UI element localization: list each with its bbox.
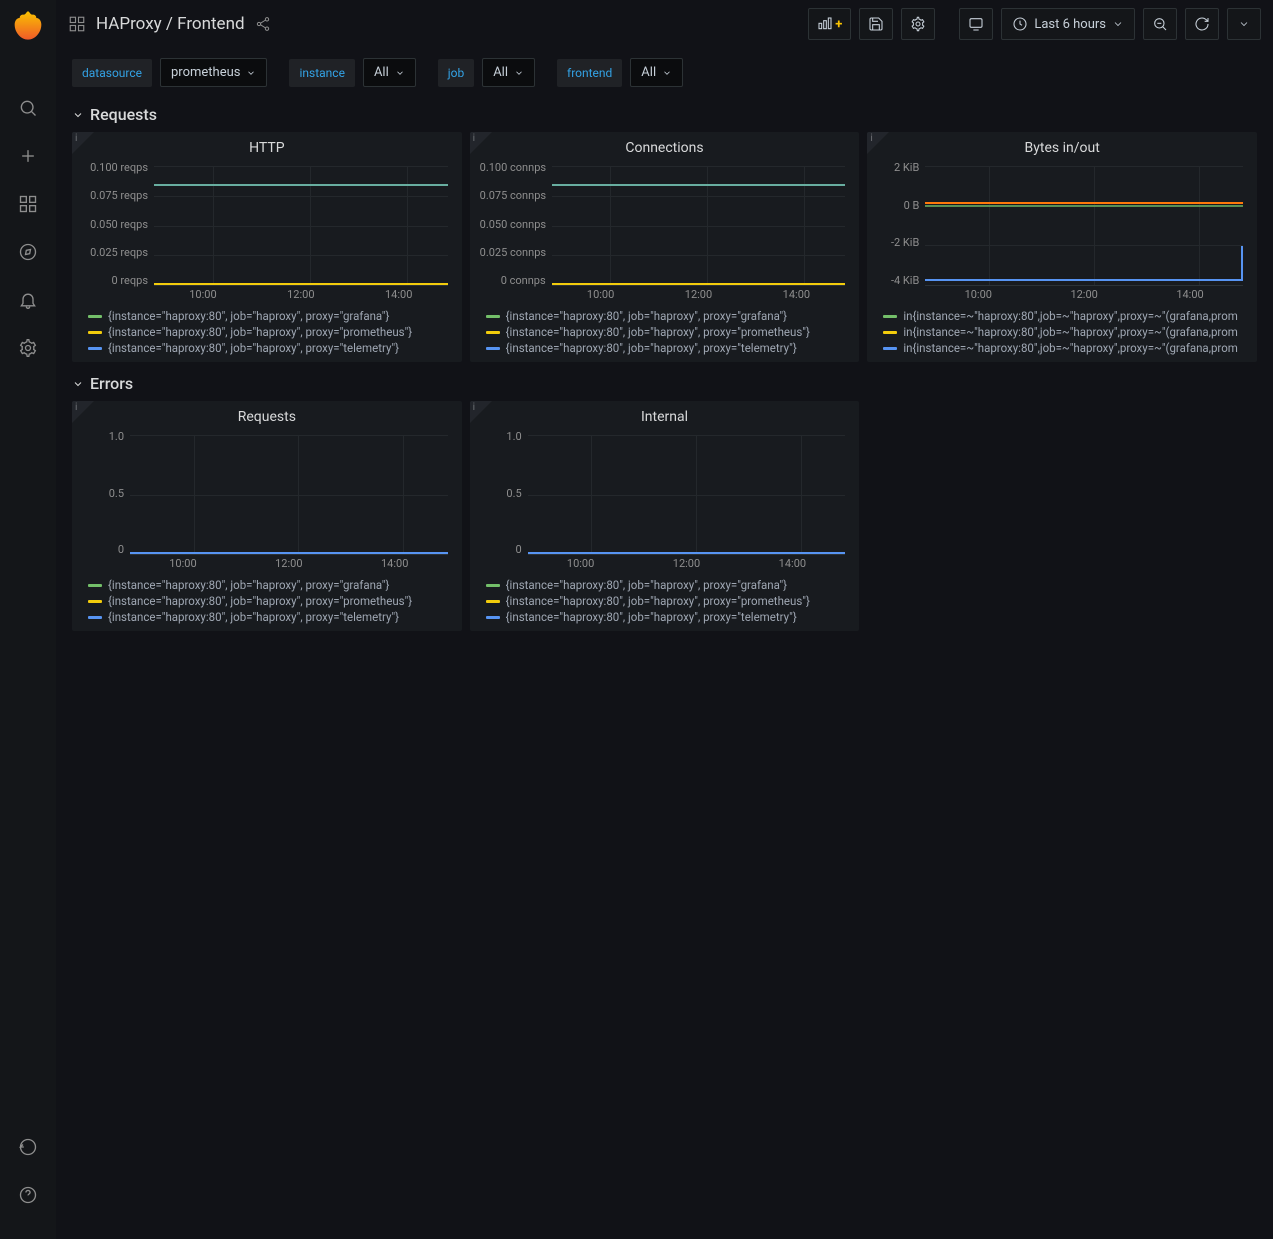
row-header-errors[interactable]: Errors	[72, 374, 1257, 393]
panel-http[interactable]: i HTTP 0.100 reqps 0.075 reqps 0.050 req…	[72, 132, 462, 362]
var-select-datasource[interactable]: prometheus	[160, 58, 267, 87]
breadcrumb[interactable]: HAProxy / Frontend	[68, 14, 271, 34]
panel-bytes[interactable]: i Bytes in/out 2 KiB 0 B -2 KiB -4 KiB	[867, 132, 1257, 362]
chart-bytes: 2 KiB 0 B -2 KiB -4 KiB	[877, 162, 1247, 304]
save-button[interactable]	[859, 8, 893, 40]
panel-err-requests[interactable]: i Requests 1.0 0.5 0	[72, 401, 462, 631]
chart-err-internal: 1.0 0.5 0 10:00	[480, 431, 850, 573]
chart-err-requests: 1.0 0.5 0 10:00	[82, 431, 452, 573]
panel-title: Connections	[470, 132, 860, 160]
add-panel-button[interactable]: +	[808, 8, 851, 40]
var-select-frontend[interactable]: All	[630, 58, 683, 87]
plus-icon[interactable]	[8, 136, 48, 176]
chevron-down-icon	[514, 68, 524, 78]
dashboard-icon	[68, 15, 86, 33]
panel-row-requests: i HTTP 0.100 reqps 0.075 reqps 0.050 req…	[72, 132, 1257, 362]
panel-title: HTTP	[72, 132, 462, 160]
panel-connections[interactable]: i Connections 0.100 connps 0.075 connps …	[470, 132, 860, 362]
grafana-logo[interactable]	[8, 8, 48, 48]
legend-bytes: in{instance=~"haproxy:80",job=~"haproxy"…	[877, 304, 1247, 356]
chart-connections: 0.100 connps 0.075 connps 0.050 connps 0…	[480, 162, 850, 304]
share-icon[interactable]	[255, 16, 271, 32]
alerting-icon[interactable]	[8, 280, 48, 320]
timerange-label: Last 6 hours	[1034, 17, 1106, 32]
var-label-instance[interactable]: instance	[289, 59, 354, 87]
timerange-picker[interactable]: Last 6 hours	[1001, 8, 1135, 40]
row-title: Errors	[90, 374, 133, 393]
search-icon[interactable]	[8, 88, 48, 128]
panel-err-internal[interactable]: i Internal 1.0 0.5 0	[470, 401, 860, 631]
chevron-down-icon	[246, 68, 256, 78]
settings-button[interactable]	[901, 8, 935, 40]
var-select-job[interactable]: All	[482, 58, 535, 87]
chevron-down-icon	[395, 68, 405, 78]
panel-row-errors: i Requests 1.0 0.5 0	[72, 401, 1257, 631]
row-header-requests[interactable]: Requests	[72, 105, 1257, 124]
panel-title: Bytes in/out	[867, 132, 1257, 160]
legend-http: {instance="haproxy:80", job="haproxy", p…	[82, 304, 452, 356]
chevron-down-icon	[72, 378, 84, 390]
legend-err-internal: {instance="haproxy:80", job="haproxy", p…	[480, 573, 850, 625]
zoom-out-button[interactable]	[1143, 8, 1177, 40]
page-title: HAProxy / Frontend	[96, 14, 245, 34]
configuration-icon[interactable]	[8, 328, 48, 368]
dashboard-body: Requests i HTTP 0.100 reqps 0.075 reqps …	[56, 99, 1273, 1239]
help-icon[interactable]	[8, 1175, 48, 1215]
legend-err-requests: {instance="haproxy:80", job="haproxy", p…	[82, 573, 452, 625]
legend-connections: {instance="haproxy:80", job="haproxy", p…	[480, 304, 850, 356]
panel-title: Requests	[72, 401, 462, 429]
chevron-down-icon	[1112, 18, 1124, 30]
side-nav	[0, 0, 56, 1239]
chevron-down-icon	[1238, 18, 1250, 30]
dashboards-icon[interactable]	[8, 184, 48, 224]
explore-icon[interactable]	[8, 232, 48, 272]
chevron-down-icon	[72, 109, 84, 121]
main-area: HAProxy / Frontend + Last 6 hours dataso…	[56, 0, 1273, 1239]
cycle-view-icon[interactable]	[8, 1127, 48, 1167]
chevron-down-icon	[662, 68, 672, 78]
toolbar: HAProxy / Frontend + Last 6 hours	[56, 0, 1273, 48]
panel-title: Internal	[470, 401, 860, 429]
refresh-button[interactable]	[1185, 8, 1219, 40]
refresh-interval-button[interactable]	[1227, 8, 1261, 40]
template-variables-bar: datasource prometheus instance All job A…	[56, 48, 1273, 99]
row-title: Requests	[90, 105, 157, 124]
var-label-job[interactable]: job	[438, 59, 474, 87]
tv-mode-button[interactable]	[959, 8, 993, 40]
var-select-instance[interactable]: All	[363, 58, 416, 87]
chart-http: 0.100 reqps 0.075 reqps 0.050 reqps 0.02…	[82, 162, 452, 304]
var-label-datasource[interactable]: datasource	[72, 59, 152, 87]
clock-icon	[1012, 16, 1028, 32]
var-label-frontend[interactable]: frontend	[557, 59, 622, 87]
